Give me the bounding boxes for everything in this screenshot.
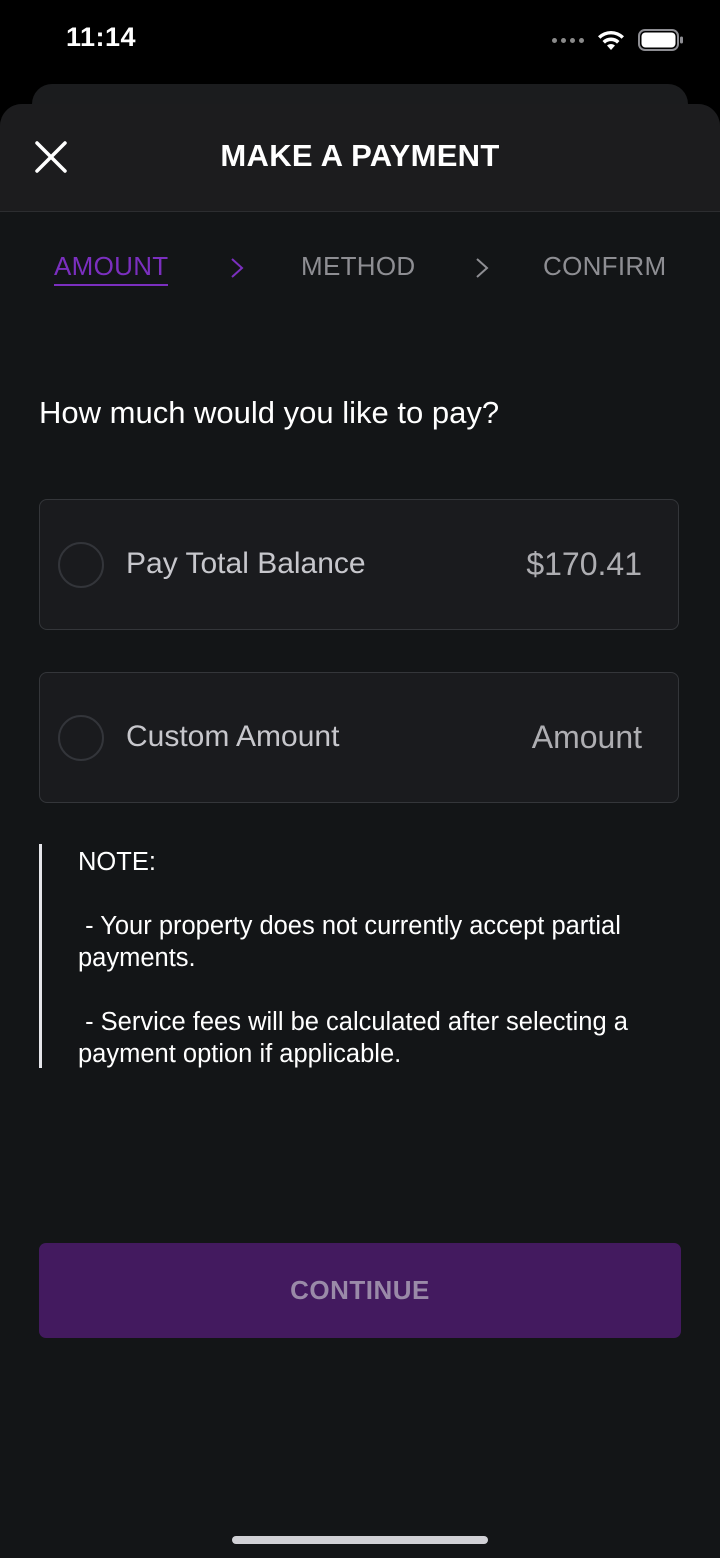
signal-dots-icon <box>552 37 584 43</box>
note-partial-payments: - Your property does not currently accep… <box>78 912 628 972</box>
page-title: MAKE A PAYMENT <box>220 138 500 173</box>
payment-note: NOTE: - Your property does not currently… <box>39 844 679 1068</box>
total-balance-value: $170.41 <box>526 546 642 582</box>
amount-question: How much would you like to pay? <box>39 395 500 430</box>
pay-total-balance-option[interactable]: Pay Total Balance $170.41 <box>39 499 679 630</box>
custom-amount-option[interactable]: Custom Amount <box>39 672 679 803</box>
home-indicator <box>232 1536 488 1544</box>
sheet-header: MAKE A PAYMENT <box>0 104 720 212</box>
continue-button[interactable]: CONTINUE <box>39 1243 681 1338</box>
wifi-icon <box>598 30 624 50</box>
pay-total-balance-label: Pay Total Balance <box>126 547 366 580</box>
step-amount[interactable]: AMOUNT <box>54 251 169 286</box>
pay-total-balance-radio[interactable] <box>58 542 104 588</box>
note-heading: NOTE: <box>78 848 156 876</box>
custom-amount-label: Custom Amount <box>126 720 340 753</box>
status-time: 11:14 <box>66 22 137 52</box>
payment-sheet: MAKE A PAYMENT AMOUNT METHOD CONFIRM How… <box>0 104 720 1558</box>
step-method[interactable]: METHOD <box>301 251 415 282</box>
chevron-right-icon <box>231 258 244 278</box>
chevron-right-icon <box>476 258 489 278</box>
step-indicator: AMOUNT METHOD CONFIRM <box>0 251 720 291</box>
custom-amount-radio[interactable] <box>58 715 104 761</box>
note-service-fees: - Service fees will be calculated after … <box>78 1008 636 1068</box>
step-confirm[interactable]: CONFIRM <box>543 251 666 282</box>
custom-amount-input[interactable] <box>442 719 642 756</box>
battery-icon <box>638 29 683 51</box>
status-icons <box>552 26 684 54</box>
status-bar: 11:14 <box>0 0 720 84</box>
